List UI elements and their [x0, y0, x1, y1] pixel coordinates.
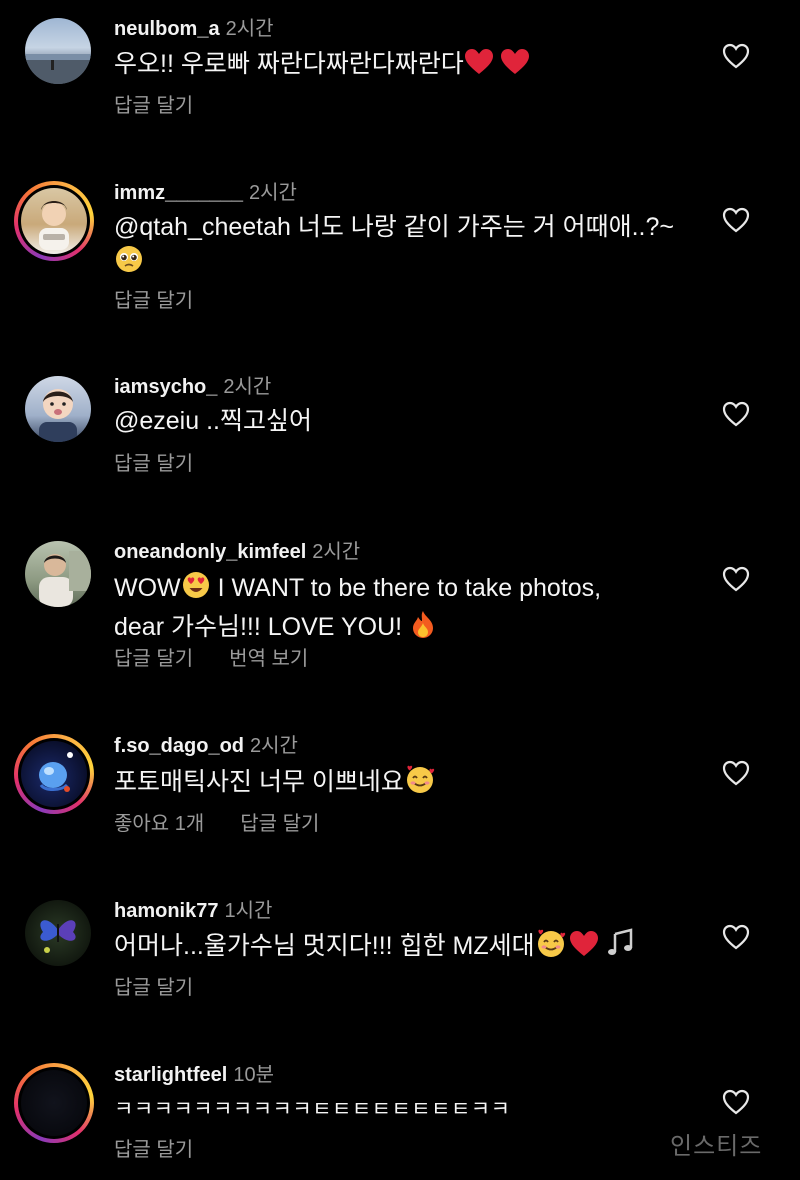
comment-actions: 답글 달기 [114, 976, 193, 1000]
comment-meta: immz_______ 2시간 [114, 181, 297, 205]
reply-button[interactable]: 답글 달기 [114, 648, 193, 670]
comment-body: @ezeiu ..찍고싶어 [114, 407, 312, 435]
timestamp: 2시간 [312, 541, 361, 563]
comment-actions: 답글 달기 [114, 289, 193, 313]
avatar[interactable] [24, 17, 92, 85]
comment-body: 어머나...울가수님 멋지다!!! 힙한 MZ세대 [114, 932, 535, 960]
reply-button[interactable]: 답글 달기 [240, 813, 319, 835]
comment-meta: f.so_dago_od 2시간 [114, 734, 298, 758]
reply-button[interactable]: 답글 달기 [114, 290, 193, 312]
like-heart-icon[interactable] [722, 760, 750, 786]
timestamp: 1시간 [224, 900, 273, 922]
beach-photo-icon [25, 54, 91, 84]
comment-text: @qtah_cheetah 너도 나랑 같이 가주는 거 어때애..?~ [114, 211, 694, 283]
comment-actions: 좋아요 1개 답글 달기 [114, 812, 319, 836]
comment-actions: 답글 달기 [114, 94, 193, 118]
red-heart-icon [464, 48, 494, 85]
reply-button[interactable]: 답글 달기 [114, 95, 193, 117]
comment-body-part: I WANT to be there to take photos, [210, 574, 602, 602]
avatar-ring-gap [18, 185, 90, 257]
comment-text: 포토매틱사진 너무 이쁘네요 [114, 764, 704, 803]
comment-body: 포토매틱사진 너무 이쁘네요 [114, 768, 404, 796]
like-heart-icon[interactable] [722, 401, 750, 427]
comment-body-part: dear 가수님!!! LOVE YOU! [114, 613, 410, 641]
timestamp: 2시간 [250, 735, 298, 757]
comment-text: @ezeiu ..찍고싶어 [114, 405, 704, 438]
red-heart-icon [569, 930, 599, 967]
avatar[interactable] [24, 375, 92, 443]
reply-button[interactable]: 답글 달기 [114, 1139, 193, 1161]
reply-button[interactable]: 답글 달기 [114, 977, 193, 999]
username[interactable]: oneandonly_kimfeel [114, 541, 306, 563]
like-heart-icon[interactable] [722, 43, 750, 69]
watermark-text: 인스티즈 [670, 1133, 763, 1160]
like-heart-icon[interactable] [722, 566, 750, 592]
avatar-ring-gap [18, 738, 90, 810]
comment-meta: starlightfeel 10분 [114, 1063, 274, 1087]
likes-count[interactable]: 좋아요 1개 [114, 813, 204, 835]
username[interactable]: neulbom_a [114, 18, 220, 40]
heart-eyes-icon [181, 570, 211, 609]
avatar[interactable] [14, 1063, 94, 1143]
avatar-image [21, 1070, 87, 1136]
creature-illustration-icon [39, 752, 73, 792]
like-heart-icon[interactable] [722, 207, 750, 233]
like-heart-icon[interactable] [722, 1089, 750, 1115]
username[interactable]: starlightfeel [114, 1064, 227, 1086]
avatar-image [25, 541, 91, 607]
comment-meta: hamonik77 1시간 [114, 899, 272, 923]
translate-button[interactable]: 번역 보기 [229, 648, 308, 670]
avatar-image [25, 376, 91, 442]
timestamp: 2시간 [248, 182, 297, 204]
timestamp: 10분 [233, 1064, 275, 1086]
username[interactable]: f.so_dago_od [114, 735, 244, 757]
username[interactable]: hamonik77 [114, 900, 218, 922]
like-heart-icon[interactable] [722, 924, 750, 950]
avatar-image [21, 188, 87, 254]
comment-meta: iamsycho_ 2시간 [114, 375, 271, 399]
baby-photo-icon [39, 389, 77, 442]
avatar[interactable] [14, 181, 94, 261]
comment-text: 우오!! 우로빠 짜란다짜란다짜란다 [114, 48, 704, 85]
avatar-image [21, 741, 87, 807]
comment-actions: 답글 달기 [114, 452, 193, 476]
musical-notes-icon [605, 928, 637, 967]
timestamp: 2시간 [225, 18, 274, 40]
avatar[interactable] [24, 540, 92, 608]
comment-actions: 답글 달기 [114, 1138, 193, 1162]
avatar-ring-gap [18, 1067, 90, 1139]
smiling-face-with-hearts-icon [535, 928, 567, 967]
person-photo-icon [39, 551, 91, 607]
avatar[interactable] [24, 899, 92, 967]
red-heart-icon [500, 48, 530, 85]
person-photo-icon [39, 201, 69, 250]
username[interactable]: iamsycho_ [114, 376, 217, 398]
butterfly-photo-icon [40, 920, 76, 953]
avatar-image [25, 900, 91, 966]
comment-body: ㅋㅋㅋㅋㅋㅋㅋㅋㅋㅋㅌㅌㅌㅌㅌㅌㅌㅌㅋㅋ [114, 1098, 511, 1121]
comment-meta: oneandonly_kimfeel 2시간 [114, 540, 360, 564]
comment-text: WOW I WANT to be there to take photos, d… [114, 570, 704, 648]
pleading-face-icon [114, 244, 144, 283]
comment-body: @qtah_cheetah 너도 나랑 같이 가주는 거 어때애..?~ [114, 213, 674, 241]
comment-actions: 답글 달기 번역 보기 [114, 647, 308, 671]
avatar[interactable] [14, 734, 94, 814]
timestamp: 2시간 [223, 376, 272, 398]
username[interactable]: immz_______ [114, 182, 243, 204]
comment-text: 어머나...울가수님 멋지다!!! 힙한 MZ세대 [114, 928, 704, 967]
avatar-image [25, 18, 91, 84]
smiling-face-with-hearts-icon [404, 764, 436, 803]
comment-text: ㅋㅋㅋㅋㅋㅋㅋㅋㅋㅋㅌㅌㅌㅌㅌㅌㅌㅌㅋㅋ [114, 1093, 704, 1126]
comment-meta: neulbom_a 2시간 [114, 17, 274, 41]
comment-body: 우오!! 우로빠 짜란다짜란다짜란다 [114, 50, 464, 78]
fire-icon [409, 609, 437, 648]
reply-button[interactable]: 답글 달기 [114, 453, 193, 475]
comment-body-part: WOW [114, 574, 181, 602]
